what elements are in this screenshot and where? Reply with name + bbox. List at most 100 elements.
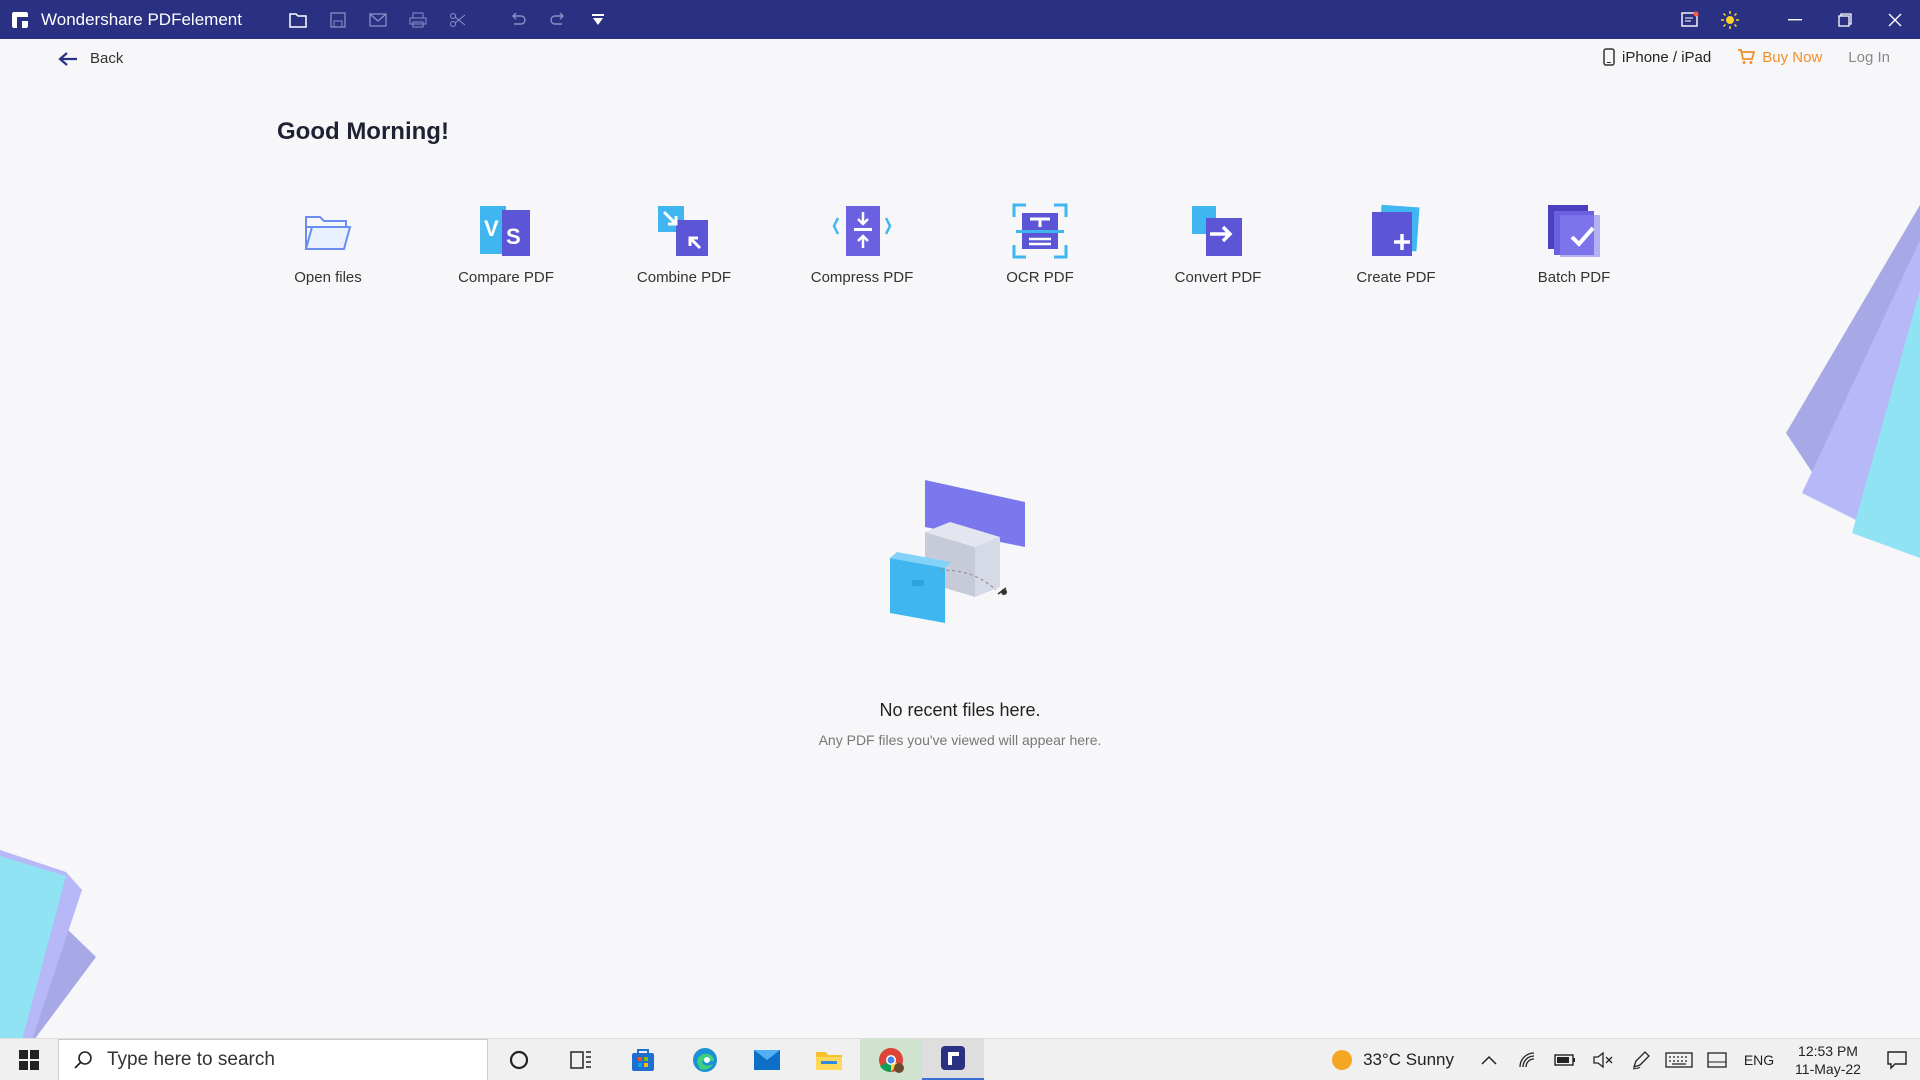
- clock-date: 11-May-22: [1795, 1061, 1861, 1077]
- buy-now-label: Buy Now: [1762, 48, 1823, 66]
- pdfelement-app[interactable]: [922, 1038, 984, 1080]
- search-icon: [74, 1050, 92, 1069]
- task-view-button[interactable]: [550, 1039, 612, 1080]
- minimize-button[interactable]: [1770, 0, 1820, 39]
- back-button[interactable]: Back: [58, 50, 123, 67]
- weather-widget[interactable]: 33°C Sunny: [1331, 1049, 1454, 1071]
- tool-label: Compress PDF: [810, 269, 914, 286]
- feedback-button[interactable]: [1670, 0, 1710, 39]
- decorative-shapes-right: [1780, 200, 1920, 570]
- dropdown-icon: [591, 13, 604, 25]
- tool-label: Combine PDF: [636, 269, 732, 286]
- login-link[interactable]: Log In: [1848, 49, 1890, 66]
- battery-button[interactable]: [1546, 1039, 1584, 1080]
- create-icon: [1366, 200, 1426, 262]
- clock-time: 12:53 PM: [1798, 1043, 1858, 1059]
- scissors-icon: [449, 12, 466, 27]
- login-label: Log In: [1848, 48, 1890, 66]
- compare-icon: VS: [476, 200, 536, 262]
- greeting-heading: Good Morning!: [277, 118, 449, 145]
- arrow-left-icon: [58, 51, 77, 66]
- windows-icon: [19, 1049, 39, 1070]
- open-folder-button[interactable]: [278, 0, 318, 39]
- app-title: Wondershare PDFelement: [41, 9, 242, 29]
- batch-pdf-tool[interactable]: Batch PDF: [1485, 200, 1663, 286]
- phone-icon: [1603, 48, 1615, 66]
- volume-muted-icon: [1593, 1052, 1613, 1068]
- chevron-up-icon: [1481, 1055, 1497, 1065]
- pdfelement-logo-icon: [10, 10, 30, 30]
- empty-state-illustration: [880, 472, 1030, 632]
- pen-icon: [1632, 1051, 1650, 1070]
- print-button[interactable]: [398, 0, 438, 39]
- volume-button[interactable]: [1584, 1039, 1622, 1080]
- feedback-icon: [1681, 11, 1699, 27]
- theme-button[interactable]: [1710, 0, 1750, 39]
- create-pdf-tool[interactable]: Create PDF: [1307, 200, 1485, 286]
- combine-pdf-tool[interactable]: Combine PDF: [595, 200, 773, 286]
- notification-icon: [1887, 1051, 1907, 1070]
- store-icon: [632, 1048, 654, 1071]
- network-button[interactable]: [1508, 1039, 1546, 1080]
- svg-text:V: V: [484, 216, 499, 241]
- weather-text: 33°C Sunny: [1363, 1050, 1454, 1069]
- restore-button[interactable]: [1820, 0, 1870, 39]
- tool-label: Compare PDF: [458, 269, 554, 286]
- open-folder-icon: [298, 200, 358, 262]
- close-button[interactable]: [1870, 0, 1920, 39]
- tool-label: Create PDF: [1356, 269, 1436, 286]
- title-bar: Wondershare PDFelement: [0, 0, 1920, 39]
- undo-button[interactable]: [498, 0, 538, 39]
- task-view-icon: [570, 1050, 591, 1069]
- minimize-icon: [1788, 18, 1802, 20]
- chrome-app[interactable]: [860, 1038, 922, 1080]
- batch-icon: [1544, 200, 1604, 262]
- back-label: Back: [90, 50, 124, 67]
- customize-toolbar-button[interactable]: [578, 0, 618, 39]
- iphone-ipad-link[interactable]: iPhone / iPad: [1603, 48, 1711, 66]
- file-explorer-app[interactable]: [798, 1039, 860, 1080]
- mail-app-icon: [754, 1049, 780, 1070]
- store-app[interactable]: [612, 1039, 674, 1080]
- tool-label: Convert PDF: [1174, 269, 1262, 286]
- combine-icon: [654, 200, 714, 262]
- sub-header: Back iPhone / iPad Buy Now Log In: [0, 40, 1920, 84]
- ocr-pdf-tool[interactable]: OCR PDF: [951, 200, 1129, 286]
- compare-pdf-tool[interactable]: VS Compare PDF: [417, 200, 595, 286]
- restore-icon: [1838, 12, 1852, 27]
- chrome-icon: [879, 1047, 904, 1073]
- show-hidden-icons-button[interactable]: [1470, 1039, 1508, 1080]
- display-button[interactable]: [1698, 1039, 1736, 1080]
- battery-icon: [1554, 1054, 1575, 1066]
- mail-app[interactable]: [736, 1039, 798, 1080]
- save-button[interactable]: [318, 0, 358, 39]
- compress-pdf-tool[interactable]: Compress PDF: [773, 200, 951, 286]
- mail-button[interactable]: [358, 0, 398, 39]
- language-indicator[interactable]: ENG: [1736, 1039, 1782, 1080]
- cortana-icon: [509, 1050, 529, 1069]
- pen-button[interactable]: [1622, 1039, 1660, 1080]
- convert-icon: [1188, 200, 1248, 262]
- edge-app[interactable]: [674, 1039, 736, 1080]
- redo-button[interactable]: [538, 0, 578, 39]
- cut-button[interactable]: [438, 0, 478, 39]
- cortana-button[interactable]: [488, 1039, 550, 1080]
- touch-keyboard-button[interactable]: [1660, 1039, 1698, 1080]
- folder-icon: [289, 12, 307, 28]
- quick-tools: Open files VS Compare PDF Combine PDF Co…: [277, 200, 1663, 286]
- decorative-shapes-left: [0, 850, 100, 1040]
- clock[interactable]: 12:53 PM 11-May-22: [1782, 1042, 1874, 1078]
- empty-state-subtitle: Any PDF files you've viewed will appear …: [818, 732, 1102, 748]
- notifications-button[interactable]: [1874, 1039, 1920, 1080]
- open-files-tool[interactable]: Open files: [239, 200, 417, 286]
- save-icon: [330, 11, 346, 28]
- device-label: iPhone / iPad: [1622, 48, 1712, 66]
- taskbar-search-box[interactable]: Type here to search: [58, 1038, 488, 1080]
- wifi-icon: [1519, 1052, 1535, 1068]
- convert-pdf-tool[interactable]: Convert PDF: [1129, 200, 1307, 286]
- mail-icon: [369, 12, 387, 27]
- tool-label: Batch PDF: [1537, 269, 1611, 286]
- sun-icon: [1721, 10, 1739, 29]
- buy-now-link[interactable]: Buy Now: [1737, 49, 1822, 66]
- start-button[interactable]: [0, 1039, 58, 1080]
